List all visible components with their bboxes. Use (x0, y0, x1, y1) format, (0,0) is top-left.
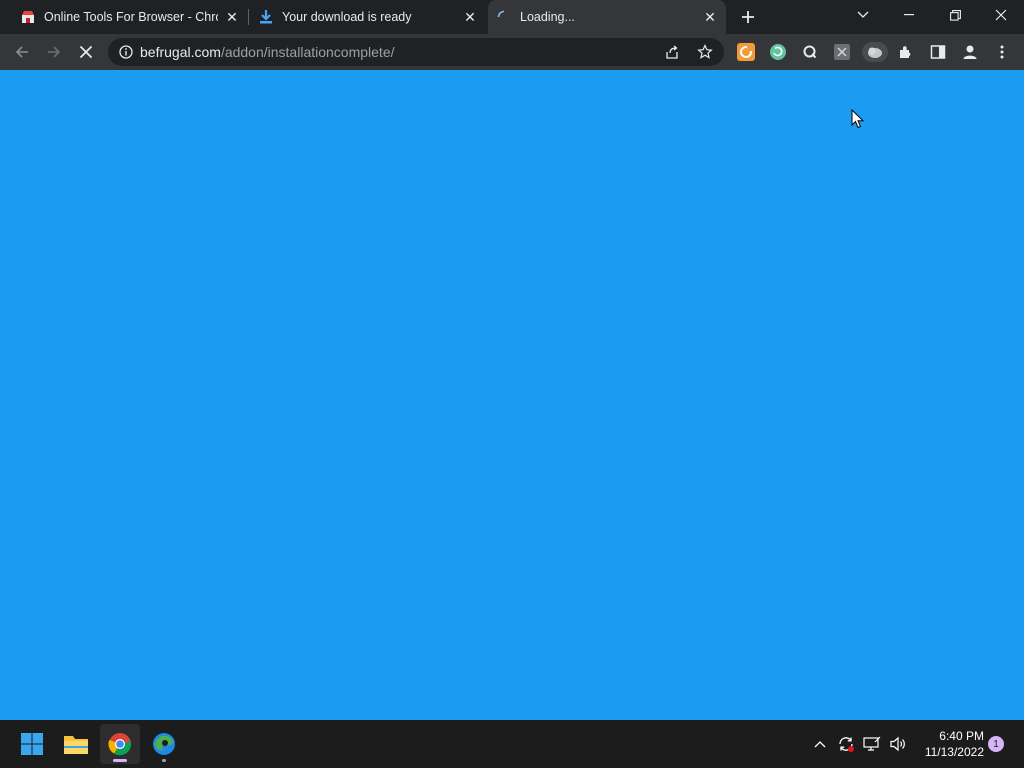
tab-separator (248, 9, 249, 25)
browser-toolbar: befrugal.com/addon/installationcomplete/ (0, 34, 1024, 70)
clock-date: 11/13/2022 (924, 745, 984, 759)
close-tab-icon[interactable]: ✕ (224, 9, 240, 25)
close-icon (995, 9, 1007, 21)
file-explorer-button[interactable] (56, 724, 96, 764)
puzzle-piece-extension-icon[interactable] (832, 42, 852, 62)
site-info-icon[interactable] (112, 45, 140, 59)
share-icon[interactable] (664, 44, 680, 65)
minimize-button[interactable] (886, 0, 932, 30)
loading-spinner-icon (496, 9, 512, 25)
tab-title: Online Tools For Browser - Chrom (44, 10, 218, 24)
stop-loading-button[interactable] (72, 38, 100, 66)
search-q-extension-icon[interactable] (800, 42, 820, 62)
extensions-puzzle-icon[interactable] (896, 42, 916, 62)
close-tab-icon[interactable]: ✕ (702, 9, 718, 25)
forward-button[interactable] (40, 38, 68, 66)
close-icon (79, 45, 93, 59)
chevron-up-icon (814, 741, 826, 748)
page-content (0, 70, 1024, 720)
bookmark-star-icon[interactable] (697, 44, 713, 65)
tab-loading[interactable]: Loading... ✕ (488, 0, 726, 34)
tab-download-ready[interactable]: Your download is ready ✕ (250, 0, 486, 34)
sync-status-icon[interactable] (834, 732, 858, 756)
tab-search-button[interactable] (840, 0, 886, 30)
download-icon (258, 9, 274, 25)
back-arrow-icon (15, 46, 28, 58)
minimize-icon (904, 14, 914, 16)
notification-badge[interactable]: 1 (988, 736, 1004, 752)
edge-logo-icon (153, 733, 175, 755)
url-text: befrugal.com/addon/installationcomplete/ (140, 44, 395, 60)
profile-icon[interactable] (960, 42, 980, 62)
start-button[interactable] (12, 724, 52, 764)
windows-logo-icon (21, 733, 43, 755)
url-path: /addon/installationcomplete/ (220, 44, 395, 60)
taskbar: 6:40 PM 11/13/2022 (0, 720, 1024, 768)
restore-button[interactable] (932, 0, 978, 30)
cloud-extension-icon[interactable] (862, 42, 888, 62)
active-indicator (113, 759, 127, 762)
url-host: befrugal.com (140, 44, 221, 60)
chevron-down-icon (857, 11, 869, 18)
address-bar[interactable]: befrugal.com/addon/installationcomplete/ (108, 38, 724, 66)
chrome-logo-icon (108, 733, 132, 756)
close-tab-icon[interactable]: ✕ (462, 9, 478, 25)
refresh-extension-icon[interactable] (768, 42, 788, 62)
restore-icon (949, 9, 961, 21)
chrome-menu-icon[interactable] (992, 42, 1012, 62)
tab-title: Loading... (520, 10, 575, 24)
tab-title: Your download is ready (282, 10, 412, 24)
befrugal-extension-icon[interactable] (736, 42, 756, 62)
close-window-button[interactable] (978, 0, 1024, 30)
mouse-pointer-icon (851, 108, 865, 134)
side-panel-icon[interactable] (928, 42, 948, 62)
back-button[interactable] (8, 38, 36, 66)
network-icon[interactable] (860, 732, 884, 756)
plus-icon (742, 11, 754, 23)
store-icon (20, 9, 36, 25)
edge-taskbar-button[interactable] (144, 724, 184, 764)
new-tab-button[interactable] (736, 5, 760, 29)
tab-online-tools[interactable]: Online Tools For Browser - Chrom ✕ (12, 0, 248, 34)
chrome-taskbar-button[interactable] (100, 724, 140, 764)
clock-time: 6:40 PM (939, 729, 984, 743)
folder-icon (64, 736, 88, 754)
running-indicator (162, 759, 166, 762)
show-hidden-icons-button[interactable] (808, 732, 832, 756)
forward-arrow-icon (48, 46, 61, 58)
tab-strip: Online Tools For Browser - Chrom ✕ Your … (0, 0, 1024, 34)
clock[interactable]: 6:40 PM 11/13/2022 (912, 728, 984, 760)
volume-icon[interactable] (886, 732, 910, 756)
